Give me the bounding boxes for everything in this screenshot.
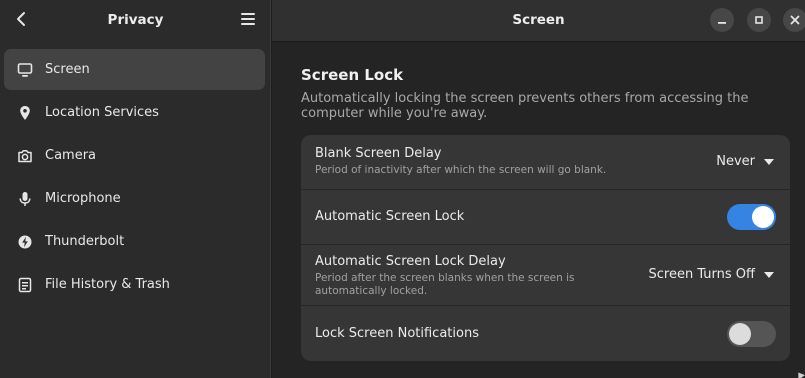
camera-icon — [16, 147, 34, 165]
minimize-button[interactable] — [710, 8, 734, 32]
automatic-screen-lock-delay-dropdown[interactable]: Screen Turns Off — [649, 267, 774, 282]
row-title: Blank Screen Delay — [315, 146, 442, 161]
header-bar: Screen — [272, 0, 805, 42]
blank-screen-delay-dropdown[interactable]: Never — [716, 154, 774, 169]
row-subtitle: Period of inactivity after which the scr… — [315, 164, 607, 176]
location-pin-icon — [16, 104, 34, 122]
sidebar-item-label: Screen — [45, 62, 90, 77]
lock-screen-notifications-switch[interactable] — [727, 321, 776, 347]
chevron-left-icon — [17, 12, 25, 26]
sidebar-item-camera[interactable]: Camera — [0, 134, 271, 177]
sidebar-item-label: Location Services — [45, 105, 159, 120]
sidebar-item-microphone[interactable]: Microphone — [0, 177, 271, 220]
dropdown-arrow-icon — [764, 158, 774, 165]
sidebar-item-screen[interactable]: Screen — [0, 48, 271, 91]
sidebar-item-label: Camera — [45, 148, 97, 163]
sidebar-item-thunderbolt[interactable]: Thunderbolt — [0, 220, 271, 263]
close-button[interactable] — [783, 8, 805, 32]
hamburger-menu-icon — [241, 13, 255, 25]
row-title: Lock Screen Notifications — [315, 326, 479, 341]
switch-knob — [729, 323, 751, 345]
microphone-icon — [16, 190, 34, 208]
sidebar-title: Privacy — [107, 12, 164, 28]
file-history-icon — [16, 276, 34, 294]
thunderbolt-icon — [16, 233, 34, 251]
dropdown-arrow-icon — [764, 271, 774, 278]
row-title: Automatic Screen Lock — [315, 209, 465, 224]
dropdown-value: Never — [716, 154, 755, 169]
sidebar-item-label: Microphone — [45, 191, 121, 206]
sidebar-item-file-history-trash[interactable]: File History & Trash — [0, 263, 271, 306]
back-button[interactable] — [9, 6, 33, 32]
close-icon — [790, 15, 800, 25]
automatic-screen-lock-delay-row[interactable]: Automatic Screen Lock Delay Period after… — [301, 244, 790, 305]
sidebar-item-location-services[interactable]: Location Services — [0, 91, 271, 134]
lock-screen-notifications-row[interactable]: Lock Screen Notifications — [301, 305, 790, 361]
switch-knob — [752, 206, 774, 228]
main-panel: Screen Screen Lock Automatically locking… — [272, 0, 805, 378]
section-title: Screen Lock — [301, 66, 404, 84]
section-description: Automatically locking the screen prevent… — [301, 91, 749, 121]
blank-screen-delay-row[interactable]: Blank Screen Delay Period of inactivity … — [301, 135, 790, 189]
automatic-screen-lock-switch[interactable] — [727, 204, 776, 230]
maximize-icon — [755, 16, 763, 24]
automatic-screen-lock-row[interactable]: Automatic Screen Lock — [301, 189, 790, 244]
minimize-icon — [718, 22, 726, 24]
dropdown-value: Screen Turns Off — [648, 267, 755, 282]
row-title: Automatic Screen Lock Delay — [315, 254, 506, 269]
monitor-icon — [16, 61, 34, 79]
main-menu-button[interactable] — [236, 8, 260, 30]
sidebar-item-label: Thunderbolt — [45, 234, 125, 249]
sidebar-item-label: File History & Trash — [45, 277, 170, 292]
sidebar: Privacy Screen Location Services Camera … — [0, 0, 271, 378]
settings-card: Blank Screen Delay Period of inactivity … — [301, 135, 790, 361]
maximize-button[interactable] — [747, 8, 771, 32]
row-subtitle: Period after the screen blanks when the … — [315, 272, 575, 297]
sidebar-header: Privacy — [0, 0, 271, 40]
sidebar-list: Screen Location Services Camera Micropho… — [0, 48, 271, 306]
